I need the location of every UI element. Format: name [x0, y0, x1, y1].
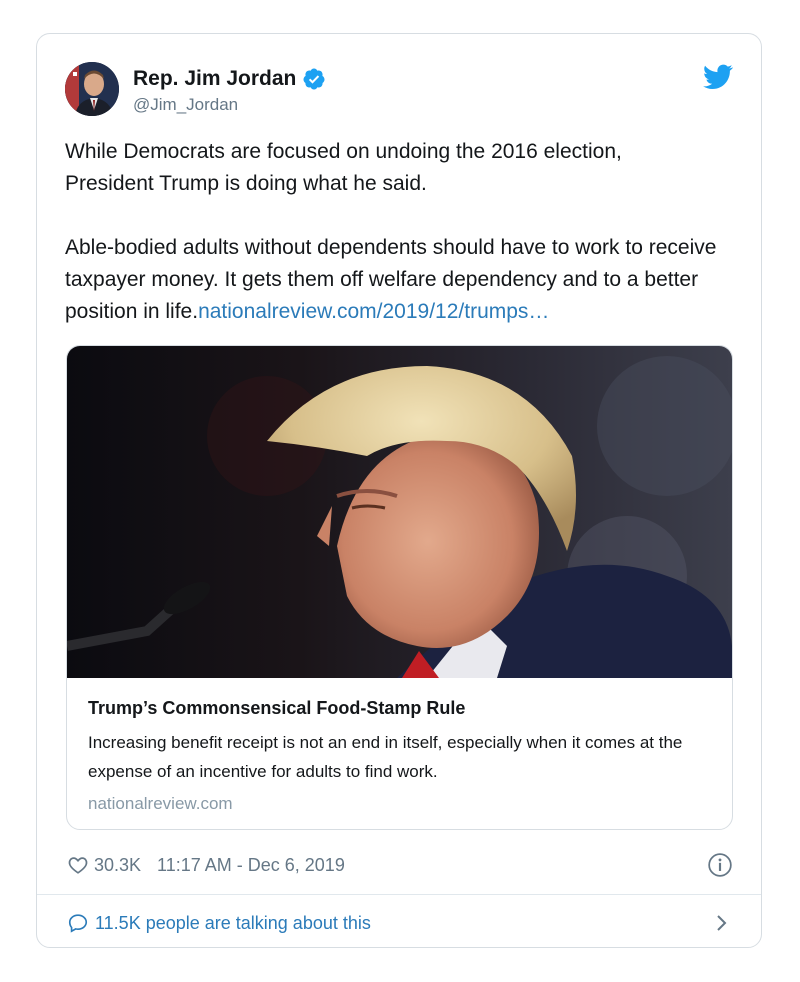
tweet-text-line-2: President Trump is doing what he said. — [65, 172, 427, 195]
chevron-right-icon — [717, 915, 727, 931]
comment-icon — [68, 914, 88, 933]
avatar[interactable] — [65, 62, 119, 116]
conversation-text: 11.5K people are talking about this — [95, 912, 371, 933]
tweet-timestamp[interactable]: 11:17 AM - Dec 6, 2019 — [157, 855, 345, 876]
link-preview-card[interactable]: Trump’s Commonsensical Food-Stamp Rule I… — [66, 345, 733, 830]
tweet-text-paragraph-2: Able-bodied adults without dependents sh… — [65, 232, 745, 328]
divider — [37, 894, 761, 895]
card-photo — [67, 346, 732, 678]
tweet-header: Rep. Jim Jordan @Jim_Jordan — [65, 62, 733, 118]
avatar-photo — [65, 62, 119, 116]
card-title: Trump’s Commonsensical Food-Stamp Rule — [88, 698, 466, 718]
tweet-meta: 30.3K 11:17 AM - Dec 6, 2019 — [67, 850, 733, 880]
heart-icon[interactable] — [67, 854, 89, 876]
author-name-link[interactable]: Rep. Jim Jordan — [133, 66, 326, 92]
twitter-bird-icon[interactable] — [703, 64, 733, 90]
conversation-link[interactable]: 11.5K people are talking about this — [67, 908, 729, 938]
author-display-name: Rep. Jim Jordan — [133, 67, 297, 90]
card-domain: nationalreview.com — [88, 794, 233, 813]
card-image — [67, 346, 732, 678]
card-description: Increasing benefit receipt is not an end… — [88, 733, 683, 781]
like-count[interactable]: 30.3K — [94, 855, 141, 876]
verified-badge-icon — [303, 68, 325, 90]
tweet-text-line-1: While Democrats are focused on undoing t… — [65, 140, 622, 163]
tweet-text: While Democrats are focused on undoing t… — [65, 136, 745, 328]
author-handle[interactable]: @Jim_Jordan — [133, 94, 326, 116]
card-body: Trump’s Commonsensical Food-Stamp Rule I… — [88, 696, 712, 816]
info-icon[interactable] — [707, 852, 733, 878]
author-info: Rep. Jim Jordan @Jim_Jordan — [133, 66, 326, 116]
tweet-embed-card: Rep. Jim Jordan @Jim_Jordan While Democr… — [36, 33, 762, 948]
article-link[interactable]: nationalreview.com/2019/12/trumps… — [198, 300, 549, 323]
